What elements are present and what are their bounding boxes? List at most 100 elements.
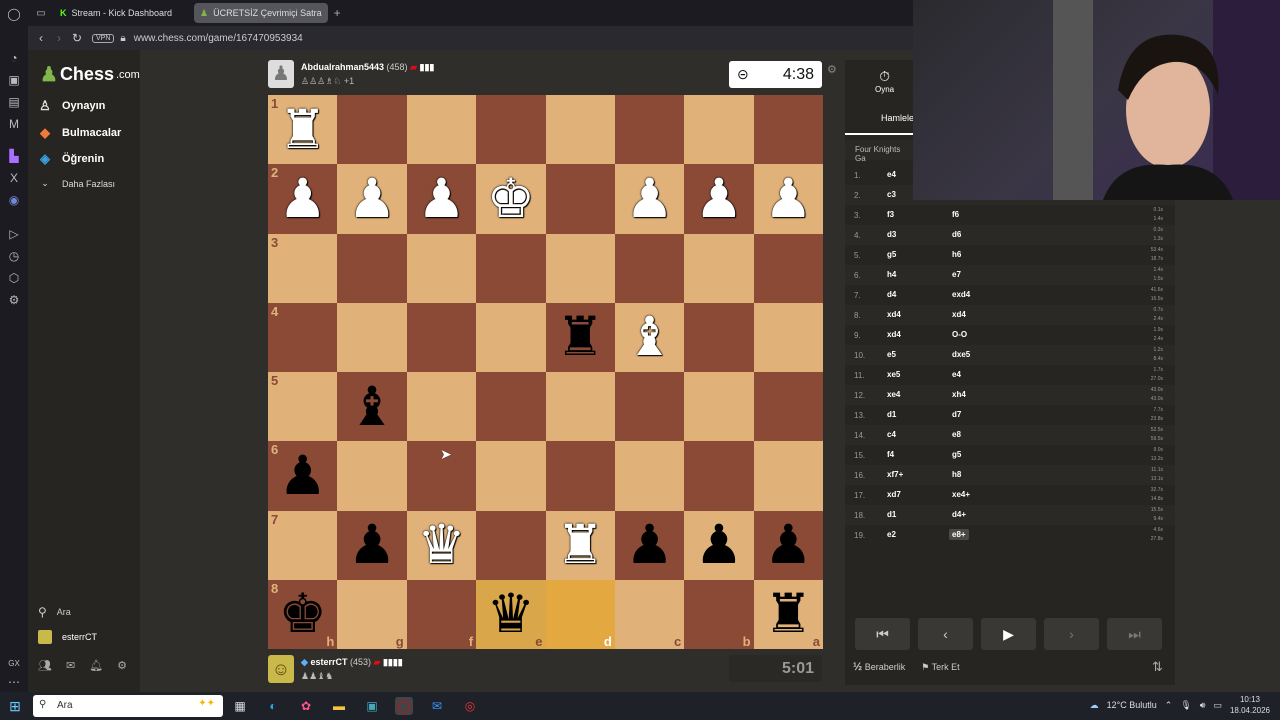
white-move[interactable]: g5 [887, 250, 896, 259]
battery-icon[interactable]: ▭ [1213, 700, 1222, 711]
black-move[interactable]: d7 [952, 410, 961, 419]
white-move[interactable]: xe5 [887, 370, 900, 379]
sidebar-search[interactable]: ⚲ Ara [38, 605, 71, 619]
square-c4[interactable]: ♝ [614, 302, 685, 372]
white-move[interactable]: e5 [887, 350, 896, 359]
square-c6[interactable] [614, 441, 685, 511]
square-a7[interactable]: ♟ [753, 510, 823, 580]
settings-icon[interactable]: ⚙ [6, 292, 22, 308]
square-a3[interactable] [753, 233, 823, 303]
x-icon[interactable]: X [6, 170, 22, 186]
white-pawn-piece[interactable]: ♟ [764, 171, 812, 226]
black-move[interactable]: dxe5 [952, 350, 970, 359]
opponent-name[interactable]: Abdualrahman5443 (458) ▰ ▮▮▮ [301, 62, 434, 73]
black-move[interactable]: e7 [952, 270, 961, 279]
white-move[interactable]: xd7 [887, 490, 901, 499]
square-a4[interactable] [753, 302, 823, 372]
flip-board-icon[interactable]: ⇅ [1152, 659, 1163, 675]
tray-chevron-icon[interactable]: ⌃ [1165, 700, 1173, 711]
nav-play[interactable]: ♙ Oynayın [38, 98, 105, 114]
tab-overview-icon[interactable]: ▭ [32, 8, 50, 19]
chess-board[interactable]: 1 ♜ 2 ♟ ♟ ♟ ♚ ♟ ♟ ♟ 3 4 ♜ ♝ 5 ♝ 6 ♟ 7 ♟ ♛ ♜ ♟ ♟ ♟ 8 h ♚ g f e ♛ d c b a ♜ [268, 95, 823, 649]
opera-logo-icon[interactable]: ◯ [6, 6, 22, 22]
black-move[interactable]: exd4 [952, 290, 970, 299]
white-move[interactable]: xd4 [887, 330, 901, 339]
black-move[interactable]: h8 [952, 470, 961, 479]
square-h1[interactable]: 1 ♜ [268, 95, 338, 165]
square-g7[interactable]: ♟ [337, 510, 407, 580]
last-move-button[interactable]: ⏭ [1107, 618, 1162, 650]
forward-icon[interactable]: › [50, 31, 68, 45]
play-button[interactable]: ▶ [981, 618, 1036, 650]
square-d4[interactable]: ♜ [545, 302, 615, 372]
black-rook-piece[interactable]: ♜ [764, 587, 812, 641]
black-move[interactable]: d6 [952, 230, 961, 239]
square-f1[interactable] [406, 95, 477, 165]
twitch-icon[interactable]: ▙ [6, 148, 22, 164]
chess-logo[interactable]: ♟ Chess .com [40, 62, 140, 87]
black-pawn-piece[interactable]: ♟ [625, 518, 673, 572]
square-e8[interactable]: e ♛ [476, 579, 546, 649]
white-move[interactable]: d4 [887, 290, 896, 299]
black-move[interactable]: xd4 [952, 310, 966, 319]
messages-icon[interactable]: ✉ [66, 659, 75, 672]
square-h8[interactable]: 8 h ♚ [268, 579, 338, 649]
white-move[interactable]: f3 [887, 210, 894, 219]
player-avatar[interactable]: ☺ [268, 655, 294, 683]
chrome-icon[interactable]: ◎ [461, 697, 479, 715]
gx-icon[interactable]: GX [6, 656, 22, 672]
square-d6[interactable] [545, 441, 615, 511]
aria-icon[interactable]: ◔ [6, 50, 22, 66]
black-move[interactable]: f6 [952, 210, 959, 219]
square-g6[interactable] [337, 441, 407, 511]
workspace-icon[interactable]: ▣ [6, 72, 22, 88]
square-c3[interactable] [614, 233, 685, 303]
black-move[interactable]: e4 [952, 370, 961, 379]
black-move[interactable]: O-O [952, 330, 967, 339]
square-h7[interactable]: 7 [268, 510, 338, 580]
white-move[interactable]: xe4 [887, 390, 900, 399]
vpn-badge[interactable]: VPN [92, 33, 115, 43]
square-c2[interactable]: ♟ [614, 164, 685, 234]
square-a6[interactable] [753, 441, 823, 511]
white-rook-piece[interactable]: ♜ [278, 102, 326, 157]
draw-button[interactable]: ½ Beraberlik [853, 661, 905, 673]
task-view-icon[interactable]: ▦ [231, 697, 249, 715]
prev-move-button[interactable]: ‹ [918, 618, 973, 650]
taskbar-clock[interactable]: 10:13 18.04.2026 [1230, 694, 1270, 716]
image-icon[interactable]: ▤ [6, 94, 22, 110]
square-b8[interactable]: b [684, 579, 754, 649]
square-a1[interactable] [753, 95, 823, 165]
square-g4[interactable] [337, 302, 407, 372]
black-move[interactable]: e8+ [949, 529, 969, 540]
settings-icon[interactable]: ⚙ [117, 659, 127, 672]
sidebar-user[interactable]: esterrCT [38, 630, 97, 644]
square-f8[interactable]: f [406, 579, 477, 649]
square-b5[interactable] [684, 372, 754, 442]
square-e6[interactable] [476, 441, 546, 511]
next-move-button[interactable]: › [1044, 618, 1099, 650]
board-settings-icon[interactable]: ⚙ [827, 63, 837, 76]
nav-puzzles[interactable]: ◆ Bulmacalar [38, 125, 121, 141]
white-pawn-piece[interactable]: ♟ [278, 171, 326, 226]
windows-start-icon[interactable]: ⊞ [6, 697, 24, 715]
weather-text[interactable]: 12°C Bulutlu [1107, 700, 1157, 710]
white-move[interactable]: xd4 [887, 310, 901, 319]
white-move[interactable]: h4 [887, 270, 896, 279]
square-c7[interactable]: ♟ [614, 510, 685, 580]
square-b1[interactable] [684, 95, 754, 165]
square-g1[interactable] [337, 95, 407, 165]
square-g5[interactable]: ♝ [337, 372, 407, 442]
store-icon[interactable]: ▣ [363, 697, 381, 715]
square-e5[interactable] [476, 372, 546, 442]
square-h2[interactable]: 2 ♟ [268, 164, 338, 234]
lock-icon[interactable]: 🔒︎ [120, 33, 125, 44]
edge-icon[interactable]: ◐ [264, 697, 282, 715]
square-d5[interactable] [545, 372, 615, 442]
white-move[interactable]: d1 [887, 410, 896, 419]
white-bishop-piece[interactable]: ♝ [625, 310, 673, 364]
square-d3[interactable] [545, 233, 615, 303]
square-d2[interactable] [545, 164, 615, 234]
black-move[interactable]: xh4 [952, 390, 966, 399]
square-f5[interactable] [406, 372, 477, 442]
